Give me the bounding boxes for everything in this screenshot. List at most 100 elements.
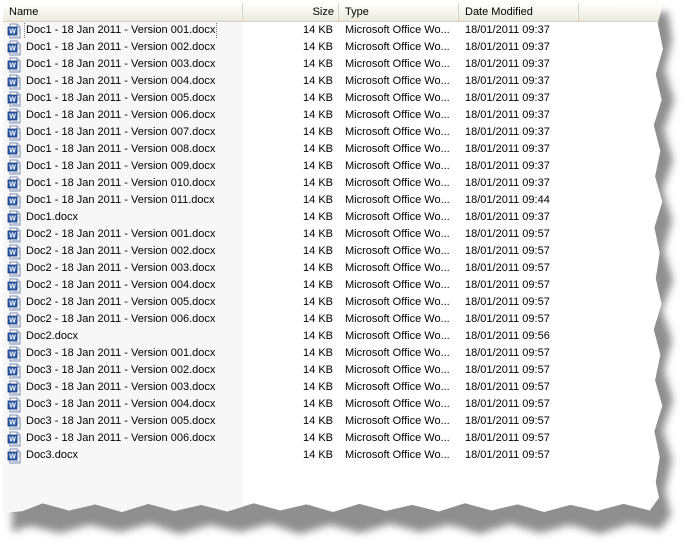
file-name-cell[interactable]: W Doc1 - 18 Jan 2011 - Version 011.docx	[3, 192, 243, 209]
file-row[interactable]: W Doc1 - 18 Jan 2011 - Version 007.docx …	[3, 124, 663, 141]
file-row[interactable]: W Doc1 - 18 Jan 2011 - Version 005.docx …	[3, 90, 663, 107]
file-name: Doc2 - 18 Jan 2011 - Version 002.docx	[26, 245, 216, 257]
file-name: Doc3 - 18 Jan 2011 - Version 001.docx	[26, 347, 216, 359]
file-date-modified: 18/01/2011 09:37	[465, 143, 550, 155]
word-document-icon: W	[7, 295, 21, 310]
file-name-cell[interactable]: W Doc3 - 18 Jan 2011 - Version 005.docx	[3, 413, 243, 430]
file-name-cell[interactable]: W Doc2 - 18 Jan 2011 - Version 003.docx	[3, 260, 243, 277]
file-name-cell[interactable]: W Doc2 - 18 Jan 2011 - Version 001.docx	[3, 226, 243, 243]
svg-text:W: W	[9, 45, 16, 52]
word-document-icon: W	[7, 193, 21, 208]
file-row[interactable]: W Doc1 - 18 Jan 2011 - Version 010.docx …	[3, 175, 663, 192]
file-row[interactable]: W Doc2 - 18 Jan 2011 - Version 005.docx …	[3, 294, 663, 311]
file-row[interactable]: W Doc2 - 18 Jan 2011 - Version 002.docx …	[3, 243, 663, 260]
file-row[interactable]: W Doc1 - 18 Jan 2011 - Version 011.docx …	[3, 192, 663, 209]
file-name-cell[interactable]: W Doc3 - 18 Jan 2011 - Version 003.docx	[3, 379, 243, 396]
file-size: 14 KB	[303, 75, 333, 87]
file-date-modified: 18/01/2011 09:57	[465, 449, 550, 461]
file-name-cell[interactable]: W Doc3 - 18 Jan 2011 - Version 001.docx	[3, 345, 243, 362]
file-row[interactable]: W Doc1 - 18 Jan 2011 - Version 002.docx …	[3, 39, 663, 56]
file-size: 14 KB	[303, 364, 333, 376]
file-row[interactable]: W Doc3 - 18 Jan 2011 - Version 004.docx …	[3, 396, 663, 413]
file-row[interactable]: W Doc1 - 18 Jan 2011 - Version 003.docx …	[3, 56, 663, 73]
file-size: 14 KB	[303, 177, 333, 189]
svg-text:W: W	[9, 164, 16, 171]
file-name-cell[interactable]: W Doc3 - 18 Jan 2011 - Version 002.docx	[3, 362, 243, 379]
file-name-cell[interactable]: W Doc1 - 18 Jan 2011 - Version 006.docx	[3, 107, 243, 124]
file-name-cell[interactable]: W Doc1 - 18 Jan 2011 - Version 008.docx	[3, 141, 243, 158]
file-row[interactable]: W Doc3.docx 14 KB Microsoft Office Wo...…	[3, 447, 663, 464]
file-date-modified: 18/01/2011 09:37	[465, 58, 550, 70]
file-name-cell[interactable]: W Doc2 - 18 Jan 2011 - Version 005.docx	[3, 294, 243, 311]
file-name-cell[interactable]: W Doc3 - 18 Jan 2011 - Version 006.docx	[3, 430, 243, 447]
file-row[interactable]: W Doc3 - 18 Jan 2011 - Version 006.docx …	[3, 430, 663, 447]
file-name: Doc2 - 18 Jan 2011 - Version 001.docx	[26, 228, 216, 240]
file-type: Microsoft Office Wo...	[345, 126, 450, 138]
word-document-icon: W	[7, 414, 21, 429]
file-row[interactable]: W Doc1 - 18 Jan 2011 - Version 001.docx …	[3, 22, 663, 39]
file-name: Doc1 - 18 Jan 2011 - Version 008.docx	[26, 143, 216, 155]
file-row[interactable]: W Doc1.docx 14 KB Microsoft Office Wo...…	[3, 209, 663, 226]
file-list-view[interactable]: Name Size Type Date Modified W Doc1 - 18…	[3, 3, 663, 513]
file-row[interactable]: W Doc2.docx 14 KB Microsoft Office Wo...…	[3, 328, 663, 345]
file-type: Microsoft Office Wo...	[345, 109, 450, 121]
file-type: Microsoft Office Wo...	[345, 262, 450, 274]
file-row[interactable]: W Doc2 - 18 Jan 2011 - Version 001.docx …	[3, 226, 663, 243]
file-name-cell[interactable]: W Doc2 - 18 Jan 2011 - Version 006.docx	[3, 311, 243, 328]
file-name: Doc2 - 18 Jan 2011 - Version 006.docx	[26, 313, 216, 325]
file-name-cell[interactable]: W Doc1 - 18 Jan 2011 - Version 005.docx	[3, 90, 243, 107]
file-row[interactable]: W Doc1 - 18 Jan 2011 - Version 008.docx …	[3, 141, 663, 158]
file-date-modified: 18/01/2011 09:57	[465, 381, 550, 393]
word-document-icon: W	[7, 108, 21, 123]
file-row[interactable]: W Doc3 - 18 Jan 2011 - Version 005.docx …	[3, 413, 663, 430]
file-row[interactable]: W Doc3 - 18 Jan 2011 - Version 001.docx …	[3, 345, 663, 362]
file-name-cell[interactable]: W Doc2.docx	[3, 328, 243, 345]
word-document-icon: W	[7, 329, 21, 344]
word-document-icon: W	[7, 363, 21, 378]
svg-text:W: W	[9, 62, 16, 69]
file-name-cell[interactable]: W Doc2 - 18 Jan 2011 - Version 002.docx	[3, 243, 243, 260]
file-name-cell[interactable]: W Doc1.docx	[3, 209, 243, 226]
file-name-cell[interactable]: W Doc3 - 18 Jan 2011 - Version 004.docx	[3, 396, 243, 413]
column-header-date-modified[interactable]: Date Modified	[459, 3, 579, 21]
word-document-icon: W	[7, 142, 21, 157]
file-type: Microsoft Office Wo...	[345, 279, 450, 291]
file-name-cell[interactable]: W Doc1 - 18 Jan 2011 - Version 004.docx	[3, 73, 243, 90]
file-name-cell[interactable]: W Doc2 - 18 Jan 2011 - Version 004.docx	[3, 277, 243, 294]
file-name: Doc1 - 18 Jan 2011 - Version 007.docx	[26, 126, 216, 138]
word-document-icon: W	[7, 210, 21, 225]
file-name: Doc1 - 18 Jan 2011 - Version 009.docx	[26, 160, 216, 172]
file-type: Microsoft Office Wo...	[345, 92, 450, 104]
file-row[interactable]: W Doc1 - 18 Jan 2011 - Version 006.docx …	[3, 107, 663, 124]
file-name-cell[interactable]: W Doc1 - 18 Jan 2011 - Version 009.docx	[3, 158, 243, 175]
column-header-name[interactable]: Name	[3, 3, 243, 21]
file-row[interactable]: W Doc2 - 18 Jan 2011 - Version 003.docx …	[3, 260, 663, 277]
word-document-icon: W	[7, 227, 21, 242]
file-row[interactable]: W Doc3 - 18 Jan 2011 - Version 002.docx …	[3, 362, 663, 379]
file-name-cell[interactable]: W Doc3.docx	[3, 447, 243, 464]
file-row[interactable]: W Doc3 - 18 Jan 2011 - Version 003.docx …	[3, 379, 663, 396]
file-name-cell[interactable]: W Doc1 - 18 Jan 2011 - Version 007.docx	[3, 124, 243, 141]
file-name-cell[interactable]: W Doc1 - 18 Jan 2011 - Version 001.docx	[3, 22, 243, 39]
file-row[interactable]: W Doc1 - 18 Jan 2011 - Version 009.docx …	[3, 158, 663, 175]
file-date-modified: 18/01/2011 09:56	[465, 330, 550, 342]
column-header-type[interactable]: Type	[339, 3, 459, 21]
column-header-size[interactable]: Size	[243, 3, 339, 21]
file-name-cell[interactable]: W Doc1 - 18 Jan 2011 - Version 003.docx	[3, 56, 243, 73]
word-document-icon: W	[7, 346, 21, 361]
file-name-cell[interactable]: W Doc1 - 18 Jan 2011 - Version 010.docx	[3, 175, 243, 192]
word-document-icon: W	[7, 397, 21, 412]
file-row[interactable]: W Doc2 - 18 Jan 2011 - Version 004.docx …	[3, 277, 663, 294]
file-name: Doc1 - 18 Jan 2011 - Version 002.docx	[26, 41, 216, 53]
file-name: Doc2 - 18 Jan 2011 - Version 005.docx	[26, 296, 216, 308]
file-name: Doc1.docx	[26, 211, 78, 223]
file-name-cell[interactable]: W Doc1 - 18 Jan 2011 - Version 002.docx	[3, 39, 243, 56]
file-type: Microsoft Office Wo...	[345, 313, 450, 325]
file-name: Doc2 - 18 Jan 2011 - Version 003.docx	[26, 262, 216, 274]
word-document-icon: W	[7, 448, 21, 463]
svg-text:W: W	[9, 181, 16, 188]
file-size: 14 KB	[303, 381, 333, 393]
file-row[interactable]: W Doc1 - 18 Jan 2011 - Version 004.docx …	[3, 73, 663, 90]
svg-text:W: W	[9, 334, 16, 341]
file-row[interactable]: W Doc2 - 18 Jan 2011 - Version 006.docx …	[3, 311, 663, 328]
